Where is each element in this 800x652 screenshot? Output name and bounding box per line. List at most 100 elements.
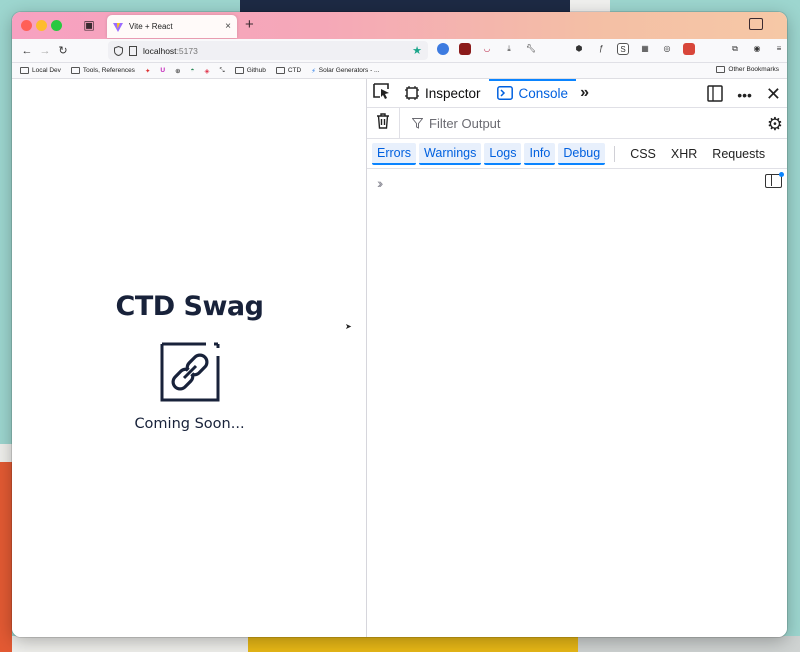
folder-icon	[234, 67, 244, 74]
onepassword-icon[interactable]	[437, 43, 449, 55]
console-icon	[496, 86, 513, 100]
u-logo-icon[interactable]: U	[160, 67, 165, 74]
filter-info-button[interactable]: Info	[524, 142, 556, 165]
console-level-filters: Errors Warnings Logs Info Debug CSS XHR …	[367, 139, 787, 169]
desktop-bg-white-left	[0, 444, 12, 462]
folder-icon	[716, 66, 726, 73]
desktop-bg-navy	[240, 0, 570, 12]
folder-icon	[275, 67, 285, 74]
new-tab-button[interactable]: +	[245, 16, 254, 33]
codepen-icon[interactable]: ✦	[145, 67, 150, 75]
clear-console-trash-icon[interactable]	[367, 112, 399, 134]
reload-icon[interactable]: ↻	[54, 44, 72, 57]
console-settings-gear-icon[interactable]: ⚙	[767, 114, 783, 135]
console-prompt-chevron-icon: ››	[377, 175, 384, 191]
tab-title: Vite + React	[129, 22, 173, 31]
filter-funnel-icon	[412, 117, 423, 129]
page-info-icon[interactable]	[129, 45, 137, 56]
vite-favicon-icon	[113, 22, 123, 32]
url-bar[interactable]: localhost:5173 ★	[108, 41, 428, 60]
navigation-toolbar: ← → ↻ localhost:5173 ★ ◡ ⤓ 🔧︎ ⬢ ƒ S ▦ ◎ …	[12, 39, 787, 63]
folder-icon	[20, 67, 29, 74]
console-filter-bar: Filter Output ⚙	[367, 107, 787, 139]
tab-vite-react[interactable]: Vite + React ×	[107, 15, 237, 38]
wrench-icon[interactable]: 🔧︎	[525, 43, 537, 55]
pin-icon[interactable]: ⤡	[219, 67, 224, 75]
bookmark-item[interactable]: Github	[234, 67, 266, 74]
desktop-bg-grey	[578, 636, 800, 652]
bookmark-item[interactable]: ⚡︎ Solar Generators - ...	[311, 67, 379, 75]
folder-icon	[70, 67, 80, 74]
devtools-toolbar-actions: ••• ✕	[707, 84, 781, 105]
bookmark-item[interactable]: CTD	[275, 67, 301, 74]
notification-dot	[779, 172, 784, 177]
shield-icon[interactable]	[114, 45, 123, 56]
bookmark-item[interactable]: Local Dev	[20, 67, 61, 74]
bookmark-item[interactable]: Tools, References	[70, 67, 135, 74]
url-text: localhost:5173	[143, 45, 198, 56]
firefox-view-icon[interactable]: ▣	[82, 18, 96, 32]
broken-link-icon	[160, 342, 220, 402]
extension-icons: ◡ ⤓ 🔧︎ ⬢ ƒ S ▦ ◎ ⧉ ◉ ≡	[437, 43, 785, 55]
ublock-icon[interactable]	[459, 43, 471, 55]
planet-icon[interactable]: ◓	[191, 67, 195, 74]
title-bar: ▣ Vite + React × +	[12, 12, 787, 39]
console-output[interactable]: ››	[367, 169, 787, 629]
list-all-tabs-icon[interactable]	[749, 18, 763, 30]
back-arrow-icon[interactable]: ←	[18, 45, 36, 57]
tab-console-label: Console	[518, 85, 569, 101]
tab-console[interactable]: Console	[488, 78, 577, 108]
filter-logs-button[interactable]: Logs	[484, 142, 522, 165]
close-devtools-icon[interactable]: ✕	[766, 84, 781, 105]
filter-output-input[interactable]: Filter Output	[399, 107, 501, 139]
element-picker-icon[interactable]	[367, 82, 397, 104]
bolt-icon: ⚡︎	[311, 67, 316, 75]
filter-xhr-button[interactable]: XHR	[665, 144, 703, 164]
tab-close-icon[interactable]: ×	[225, 21, 231, 32]
page-title: CTD Swag	[115, 291, 264, 322]
globe-icon[interactable]: ⊕	[175, 67, 180, 75]
pocket-icon[interactable]: ◡	[481, 43, 493, 55]
desktop-bg-yellow	[248, 636, 578, 652]
more-tools-chevron-icon[interactable]: »	[576, 84, 593, 102]
more-options-icon[interactable]: •••	[737, 87, 752, 103]
downloads-icon[interactable]: ⤓	[503, 43, 515, 55]
extensions-puzzle-icon[interactable]: ⧉	[729, 43, 741, 55]
filter-placeholder: Filter Output	[429, 115, 501, 131]
forward-arrow-icon[interactable]: →	[36, 45, 54, 57]
bookmarks-toolbar: Local Dev Tools, References ✦ U ⊕ ◓ ◈ ⤡ …	[12, 63, 787, 79]
s-extension-icon[interactable]: S	[617, 43, 629, 55]
tab-inspector[interactable]: Inspector	[397, 79, 489, 108]
filter-requests-button[interactable]: Requests	[706, 144, 771, 164]
devtools-toolbar: Inspector Console » ••• ✕	[367, 78, 787, 108]
zoom-window-button[interactable]	[51, 20, 62, 31]
desktop-bg-white-bottom	[12, 636, 248, 652]
filter-css-button[interactable]: CSS	[624, 144, 662, 164]
inspector-icon	[405, 86, 419, 100]
content-area: CTD Swag Coming Soon... ➤ Inspector Cons…	[12, 78, 787, 637]
other-bookmarks[interactable]: Other Bookmarks	[716, 66, 779, 73]
desktop-bg-white	[570, 0, 610, 12]
tab-inspector-label: Inspector	[425, 85, 481, 101]
minimize-window-button[interactable]	[36, 20, 47, 31]
filter-errors-button[interactable]: Errors	[372, 142, 417, 165]
extension-hex-icon[interactable]: ⬢	[573, 43, 585, 55]
account-icon[interactable]: ◉	[751, 43, 763, 55]
devtools-panel: Inspector Console » ••• ✕ Filter Output …	[367, 78, 787, 637]
close-window-button[interactable]	[21, 20, 32, 31]
function-icon[interactable]: ƒ	[595, 43, 607, 55]
responsive-design-icon[interactable]	[707, 84, 723, 105]
bookmark-star-icon[interactable]: ★	[412, 44, 422, 57]
filter-warnings-button[interactable]: Warnings	[419, 142, 482, 165]
mouse-cursor-icon: ➤	[345, 322, 352, 331]
red-extension-icon[interactable]	[683, 43, 695, 55]
desktop-bg-orange	[0, 462, 12, 652]
menu-icon[interactable]: ≡	[773, 43, 785, 55]
filter-debug-button[interactable]: Debug	[558, 142, 606, 165]
chrome-like-icon[interactable]: ◎	[661, 43, 673, 55]
browser-window: ▣ Vite + React × + ← → ↻ localhost:5173 …	[12, 12, 787, 637]
coming-soon-text: Coming Soon...	[134, 416, 245, 432]
qr-code-icon[interactable]: ▦	[639, 43, 651, 55]
level-separator	[614, 145, 616, 162]
pocket-bookmark-icon[interactable]: ◈	[204, 67, 209, 75]
